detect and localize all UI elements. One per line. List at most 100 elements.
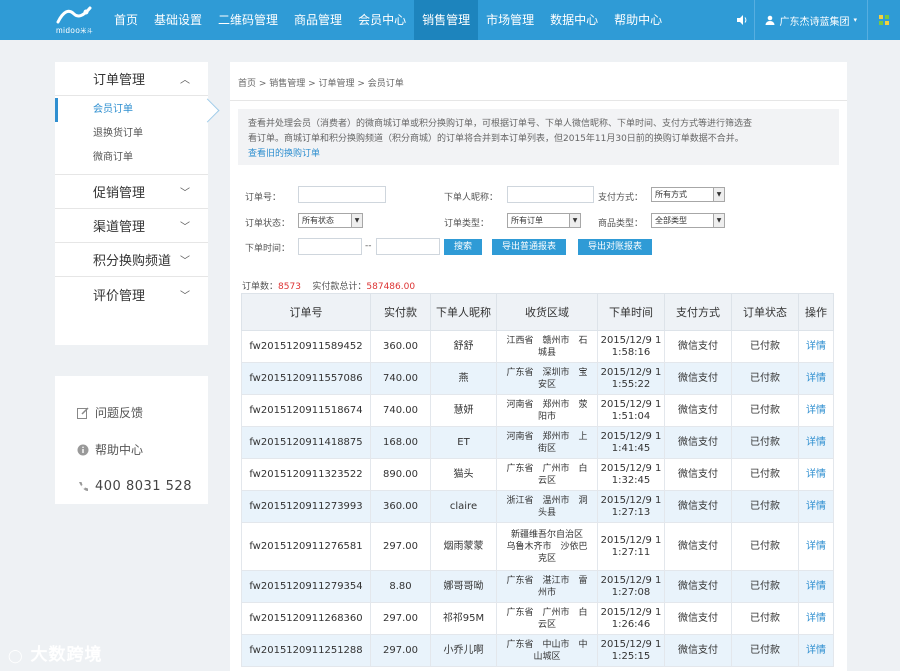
order-time-cell-line: 1:27:13 [611, 506, 651, 518]
status-value: 所有状态 [302, 216, 334, 225]
detail-link[interactable]: 详情 [798, 522, 834, 571]
goods-type-select[interactable]: 全部类型 ▼ [651, 213, 725, 228]
status-cell: 已付款 [731, 362, 799, 395]
table-row[interactable]: fw2015120911251288 297.00 小乔儿啊 广东省 中山市 中山城区… [241, 634, 834, 667]
order-time-cell-line: 1:27:08 [611, 586, 651, 598]
hotline-number: 400 8031 528 [95, 479, 192, 494]
nickname-cell: 舒舒 [430, 330, 497, 363]
sidebar-item-wechat-orders[interactable]: 微商订单 [55, 146, 208, 170]
table-row[interactable]: fw2015120911268360 297.00 祁祁95M 广东省 广州市 白云区… [241, 602, 834, 635]
help-panel: 问题反馈 帮助中心 400 8031 528 [55, 376, 208, 504]
sidebar-group-points-exchange[interactable]: 积分换购频道 ﹀ [55, 243, 208, 277]
paid-total: 587486.00 [366, 282, 416, 292]
area-cell-line: 广东省 湛江市 雷 [506, 575, 588, 586]
table-row[interactable]: fw2015120911518674 740.00 慧妍 河南省 郑州市 荥阳市 201… [241, 394, 834, 427]
area-cell: 河南省 郑州市 荥阳市 [496, 394, 598, 427]
detail-link[interactable]: 详情 [798, 602, 834, 635]
nav-item[interactable]: 商品管理 [286, 0, 350, 40]
sidebar-group-label: 促销管理 [93, 186, 146, 201]
pay-method-cell: 微信支付 [664, 634, 732, 667]
brand-logo[interactable]: midoo米斗 [52, 4, 98, 36]
area-cell-line: 克区 [537, 553, 556, 564]
area-cell: 广东省 中山市 中山城区 [496, 634, 598, 667]
help-center-link[interactable]: 帮助中心 [55, 431, 208, 468]
export-reconciliation-report-button[interactable]: 导出对账报表 [578, 239, 652, 255]
detail-link[interactable]: 详情 [798, 570, 834, 603]
detail-link[interactable]: 详情 [798, 490, 834, 523]
nav-item[interactable]: 二维码管理 [210, 0, 286, 40]
sidebar-item-return-orders[interactable]: 退换货订单 [55, 122, 208, 146]
search-button[interactable]: 搜索 [444, 239, 482, 255]
order-time-cell-line: 2015/12/9 1 [600, 366, 662, 378]
caret-down-icon: ▾ [853, 16, 857, 24]
area-cell: 浙江省 温州市 洞头县 [496, 490, 598, 523]
area-cell-line: 新疆维吾尔自治区 [510, 529, 583, 540]
end-date-input[interactable] [376, 238, 440, 255]
detail-link[interactable]: 详情 [798, 458, 834, 491]
detail-link[interactable]: 详情 [798, 330, 834, 363]
export-normal-report-button[interactable]: 导出普通报表 [492, 239, 566, 255]
nav-item[interactable]: 首页 [106, 0, 146, 40]
status-cell: 已付款 [731, 570, 799, 603]
order-time-cell: 2015/12/9 1 1:27:13 [597, 490, 665, 523]
area-cell: 广东省 深圳市 宝安区 [496, 362, 598, 395]
table-row[interactable]: fw2015120911279354 8.80 娜哥哥呦 广东省 湛江市 雷州市 201… [241, 570, 834, 603]
area-cell: 广东省 广州市 白云区 [496, 458, 598, 491]
feedback-link[interactable]: 问题反馈 [55, 394, 208, 431]
nav-item[interactable]: 市场管理 [478, 0, 542, 40]
sidebar-group-promotion[interactable]: 促销管理 ﹀ [55, 175, 208, 209]
nickname-input[interactable] [507, 186, 594, 203]
nav-item[interactable]: 基础设置 [146, 0, 210, 40]
goods-type-value: 全部类型 [655, 216, 687, 225]
order-count-label: 订单数： [242, 282, 279, 292]
table-header-row: 订单号 实付款 下单人昵称 收货区域 下单时间 支付方式 订单状态 操作 [241, 293, 834, 331]
apps-grid-icon[interactable] [868, 0, 900, 40]
area-cell-line: 头县 [537, 507, 556, 518]
order-no-input[interactable] [298, 186, 386, 203]
chevron-down-icon: ﹀ [180, 188, 190, 199]
order-time-cell-line: 2015/12/9 1 [600, 398, 662, 410]
nickname-cell: claire [430, 490, 497, 523]
user-menu[interactable]: 广东杰诗蓝集团 ▾ [755, 0, 868, 40]
pay-method-cell: 微信支付 [664, 602, 732, 635]
detail-link[interactable]: 详情 [798, 362, 834, 395]
paid-cell: 360.00 [370, 490, 431, 523]
speaker-icon[interactable] [729, 0, 756, 40]
area-cell-line: 河南省 郑州市 荥 [506, 399, 588, 410]
nav-item[interactable]: 帮助中心 [606, 0, 670, 40]
nav-item[interactable]: 销售管理 [414, 0, 479, 40]
status-select[interactable]: 所有状态 ▼ [298, 213, 363, 228]
sidebar-group-review[interactable]: 评价管理 ﹀ [55, 277, 208, 311]
detail-link[interactable]: 详情 [798, 426, 834, 459]
dropdown-arrow-icon: ▼ [713, 188, 724, 201]
table-row[interactable]: fw2015120911323522 890.00 猫头 广东省 广州市 白云区 201… [241, 458, 834, 491]
sidebar-group-order-management[interactable]: 订单管理 ︿ [55, 62, 208, 96]
order-time-cell: 2015/12/9 1 1:25:15 [597, 634, 665, 667]
column-header: 支付方式 [664, 293, 732, 331]
order-no-cell: fw2015120911273993 [241, 490, 371, 523]
area-cell: 广东省 湛江市 雷州市 [496, 570, 598, 603]
nav-item[interactable]: 数据中心 [542, 0, 606, 40]
nav-item[interactable]: 会员中心 [350, 0, 414, 40]
pay-method-cell: 微信支付 [664, 394, 732, 427]
start-date-input[interactable] [298, 238, 362, 255]
table-row[interactable]: fw2015120911418875 168.00 ET 河南省 郑州市 上街区 201… [241, 426, 834, 459]
pay-method-cell: 微信支付 [664, 330, 732, 363]
paid-cell: 297.00 [370, 602, 431, 635]
table-row[interactable]: fw2015120911273993 360.00 claire 浙江省 温州市 洞头… [241, 490, 834, 523]
table-row[interactable]: fw2015120911557086 740.00 燕广东省 深圳市 宝安区 2015… [241, 362, 834, 395]
area-cell-line: 阳市 [537, 411, 556, 422]
pay-method-select[interactable]: 所有方式 ▼ [651, 187, 725, 202]
detail-link[interactable]: 详情 [798, 394, 834, 427]
table-row[interactable]: fw2015120911276581 297.00 烟雨蒙蒙 新疆维吾尔自治区 乌鲁木齐… [241, 522, 834, 571]
area-cell-line: 云区 [537, 619, 556, 630]
chevron-down-icon: ﹀ [180, 222, 190, 233]
sidebar-item-member-orders[interactable]: 会员订单 [55, 98, 208, 122]
old-exchange-orders-link[interactable]: 查看旧的换购订单 [248, 149, 320, 159]
order-time-cell: 2015/12/9 1 1:41:45 [597, 426, 665, 459]
area-cell-line: 河南省 郑州市 上 [506, 431, 588, 442]
order-type-select[interactable]: 所有订单 ▼ [507, 213, 581, 228]
detail-link[interactable]: 详情 [798, 634, 834, 667]
table-row[interactable]: fw2015120911589452 360.00 舒舒 江西省 赣州市 石城县 201… [241, 330, 834, 363]
sidebar-group-channel[interactable]: 渠道管理 ﹀ [55, 209, 208, 243]
